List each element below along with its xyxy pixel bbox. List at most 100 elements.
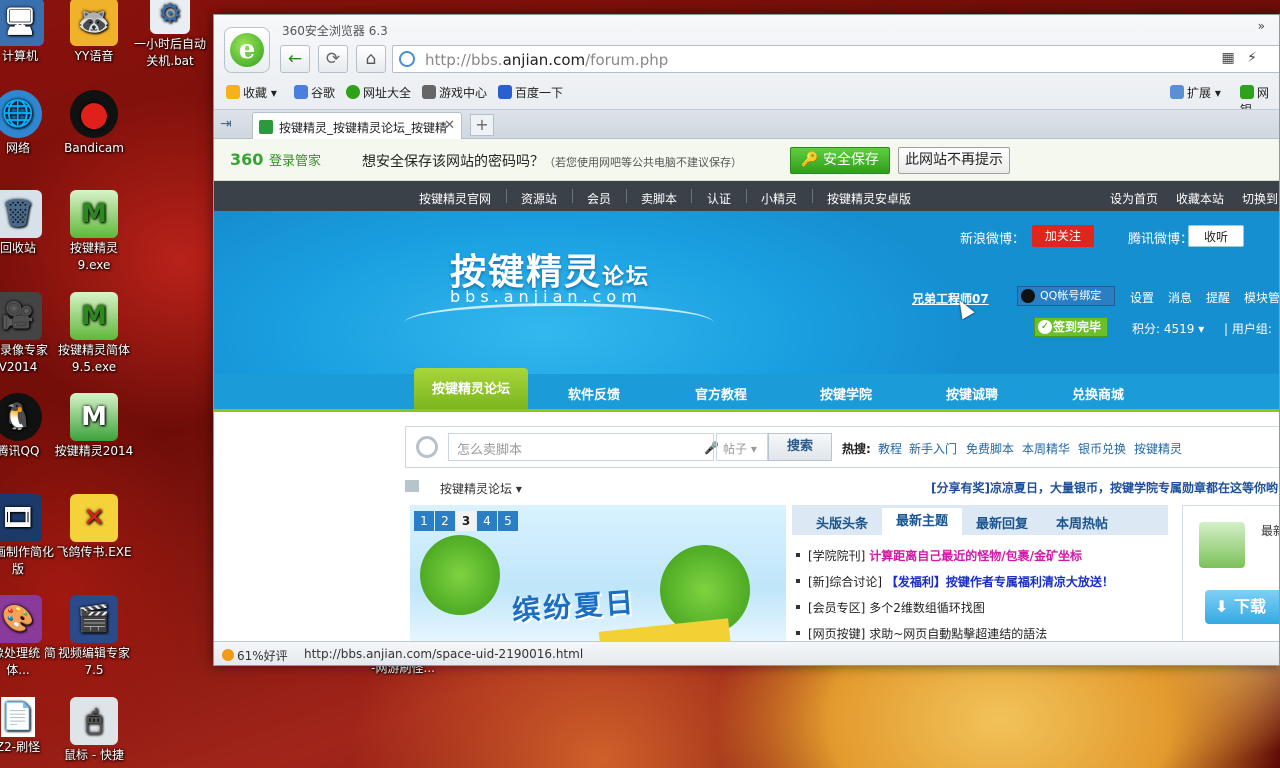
hot-search-item[interactable]: 银币兑换 [1078, 440, 1126, 457]
extensions-button[interactable]: 扩展 ▾ [1170, 84, 1221, 101]
anjian-app-icon[interactable] [1199, 522, 1245, 568]
tab-close-icon[interactable]: ✕ [444, 118, 455, 133]
desktop-icon-mouse-shortcut[interactable]: 🖱 鼠标 - 快捷 [54, 697, 134, 764]
hot-search-item[interactable]: 新手入门 [909, 440, 957, 457]
desktop-icon-bandicam[interactable]: ● Bandicam [54, 90, 134, 157]
film-icon: 🎞 [0, 494, 42, 542]
topnav-sell-script[interactable]: 卖脚本 [641, 190, 677, 207]
forum-main-nav: 按键精灵论坛 软件反馈 官方教程 按键学院 按键诚聘 兑换商城 [214, 368, 1279, 412]
desktop-icon-anjian-2014[interactable]: M 按键精灵2014 [54, 393, 134, 460]
fav-item-baidu[interactable]: 百度一下 [498, 84, 563, 101]
qq-bind-button[interactable]: QQ帐号绑定 [1017, 286, 1115, 306]
score-dropdown[interactable]: 积分: 4519 ▾ [1132, 320, 1204, 337]
desktop-icon-label: 图像处理统 简体... [0, 646, 56, 677]
new-tab-button[interactable]: + [470, 114, 494, 136]
search-button[interactable]: 搜索 [768, 433, 832, 461]
desktop-icon-feige[interactable]: ✕ 飞鸽传书.EXE [54, 494, 134, 561]
desktop-icon-recycle-bin[interactable]: 🗑 回收站 [0, 190, 58, 257]
slide-number[interactable]: 2 [435, 511, 455, 531]
module-manage-link[interactable]: 模块管 [1244, 289, 1279, 306]
username-link[interactable]: 兄弟工程师07 [912, 290, 989, 307]
slide-number-active[interactable]: 3 [456, 511, 476, 531]
save-password-button[interactable]: 🔑 安全保存 [790, 147, 890, 174]
hot-search-item[interactable]: 免费脚本 [966, 440, 1014, 457]
desktop-icon-image-process[interactable]: 🎨 图像处理统 简体... [0, 595, 58, 679]
search-type-select[interactable]: 帖子 ▾ [716, 433, 768, 461]
desktop-icon-label: 网络 [5, 141, 30, 155]
fav-item-hao[interactable]: 网址大全 [346, 84, 411, 101]
yy-icon: 🦝 [70, 0, 118, 46]
hot-search-item[interactable]: 本周精华 [1022, 440, 1070, 457]
download-button[interactable]: ⬇ 下载 [1205, 590, 1279, 624]
signin-done-button[interactable]: ✓ 签到完毕 [1034, 317, 1108, 337]
desktop-icon-video-editor[interactable]: 🎬 视频编辑专家7.5 [54, 595, 134, 679]
list-item[interactable]: [新]综合讨论] 【发福利】按键作者专属福利清凉大放送！ [796, 573, 1114, 590]
announcement-link[interactable]: [分享有奖]凉凉夏日，大量银币，按键学院专属勋章都在这等你哟 [931, 479, 1278, 496]
desktop-icon-label: 按键精灵简体9.5.exe [57, 343, 130, 374]
topnav-resources[interactable]: 资源站 [521, 190, 557, 207]
home-button[interactable]: ⌂ [356, 45, 386, 73]
slide-title: 缤纷夏日 [511, 585, 638, 628]
nav-mall[interactable]: 兑换商城 [1072, 384, 1124, 403]
topnav-certify[interactable]: 认证 [707, 190, 731, 207]
desktop-icon-network[interactable]: 🌐 网络 [0, 90, 58, 157]
list-item[interactable]: [会员专区] 多个2维数组循环找图 [796, 599, 985, 616]
desktop-icon-label: 飞鸽传书.EXE [56, 545, 132, 559]
fav-item-google[interactable]: 谷歌 [294, 84, 335, 101]
search-input[interactable]: 怎么卖脚本 [448, 433, 714, 461]
desktop-icon-z2-script[interactable]: 📄 Z2-刷怪 [0, 697, 58, 756]
topnav-xiaojingling[interactable]: 小精灵 [761, 190, 797, 207]
slide-number[interactable]: 4 [477, 511, 497, 531]
never-prompt-button[interactable]: 此网站不再提示 [898, 147, 1010, 174]
breadcrumb-forum[interactable]: 按键精灵论坛 ▾ [440, 480, 522, 497]
nav-feedback[interactable]: 软件反馈 [568, 384, 620, 403]
nav-tutorial[interactable]: 官方教程 [695, 384, 747, 403]
nav-jobs[interactable]: 按键诚聘 [946, 384, 998, 403]
home-icon[interactable] [405, 480, 419, 492]
desktop-icon-animation[interactable]: 🎞 动画制作简化版 [0, 494, 58, 578]
tab-anjian-forum[interactable]: 按键精灵_按键精灵论坛_按键精 ✕ [252, 112, 462, 140]
address-bar[interactable]: http://bbs.anjian.com/forum.php ▦ ⚡ [392, 45, 1279, 73]
topnav-member[interactable]: 会员 [587, 190, 611, 207]
hot-search-item[interactable]: 教程 [878, 440, 902, 457]
back-button[interactable]: ← [280, 45, 310, 73]
set-homepage-link[interactable]: 设为首页 [1110, 190, 1158, 207]
messages-link[interactable]: 消息 [1168, 289, 1192, 306]
nav-academy[interactable]: 按键学院 [820, 384, 872, 403]
grid-icon [1170, 85, 1184, 99]
window-more-icon[interactable]: » [1258, 19, 1265, 33]
bookmark-site-link[interactable]: 收藏本站 [1176, 190, 1224, 207]
list-item[interactable]: [网页按键] 求助~网页自動點擊超連结的語法 [796, 625, 1047, 641]
rating-indicator[interactable]: 61%好评 [222, 647, 288, 664]
fav-item-collect[interactable]: 收藏 ▾ [226, 84, 277, 101]
desktop-icon-computer[interactable]: 🖥 计算机 [0, 0, 60, 65]
reminders-link[interactable]: 提醒 [1206, 289, 1230, 306]
topnav-android[interactable]: 按键精灵安卓版 [827, 190, 911, 207]
desktop-icon-screen-recorder[interactable]: 🎥 幕录像专家V2014 [0, 292, 58, 376]
sina-follow-button[interactable]: 加关注 [1032, 225, 1094, 247]
slide-number[interactable]: 1 [414, 511, 434, 531]
desktop-icon-shutdown-bat[interactable]: ⚙ 一小时后自动关机.bat [130, 0, 210, 70]
tab-weekly-hot[interactable]: 本周热帖 [1056, 513, 1108, 532]
tab-headline[interactable]: 头版头条 [816, 513, 868, 532]
address-tools-icon[interactable]: ▦ ⚡ [1221, 50, 1261, 66]
tab-latest-replies[interactable]: 最新回复 [976, 513, 1028, 532]
slideshow[interactable]: 1 2 3 4 5 缤纷夏日 [410, 505, 786, 641]
fav-item-game[interactable]: 游戏中心 [422, 84, 487, 101]
desktop-icon-yy[interactable]: 🦝 YY语音 [54, 0, 134, 65]
tab-latest-topics[interactable]: 最新主题 [882, 508, 962, 536]
topnav-official[interactable]: 按键精灵官网 [419, 190, 491, 207]
browser-logo[interactable]: e [224, 27, 270, 73]
desktop-icon-anjian-9-5[interactable]: M 按键精灵简体9.5.exe [54, 292, 134, 376]
desktop-icon-anjian-9[interactable]: M 按键精灵9.exe [54, 190, 134, 274]
settings-link[interactable]: 设置 [1130, 289, 1154, 306]
refresh-button[interactable]: ⟳ [318, 45, 348, 73]
switch-to-link[interactable]: 切换到 [1242, 190, 1278, 207]
nav-anjian-forum[interactable]: 按键精灵论坛 [414, 368, 528, 409]
list-item[interactable]: [学院院刊] 计算距离自己最近的怪物/包裹/金矿坐标 [796, 547, 1082, 564]
tencent-listen-button[interactable]: 收听 [1188, 225, 1244, 247]
slide-number[interactable]: 5 [498, 511, 518, 531]
hot-search-item[interactable]: 按键精灵 [1134, 440, 1182, 457]
sidebar-toggle-icon[interactable]: ⇥ [220, 116, 242, 134]
desktop-icon-qq[interactable]: 🐧 腾讯QQ [0, 393, 58, 460]
